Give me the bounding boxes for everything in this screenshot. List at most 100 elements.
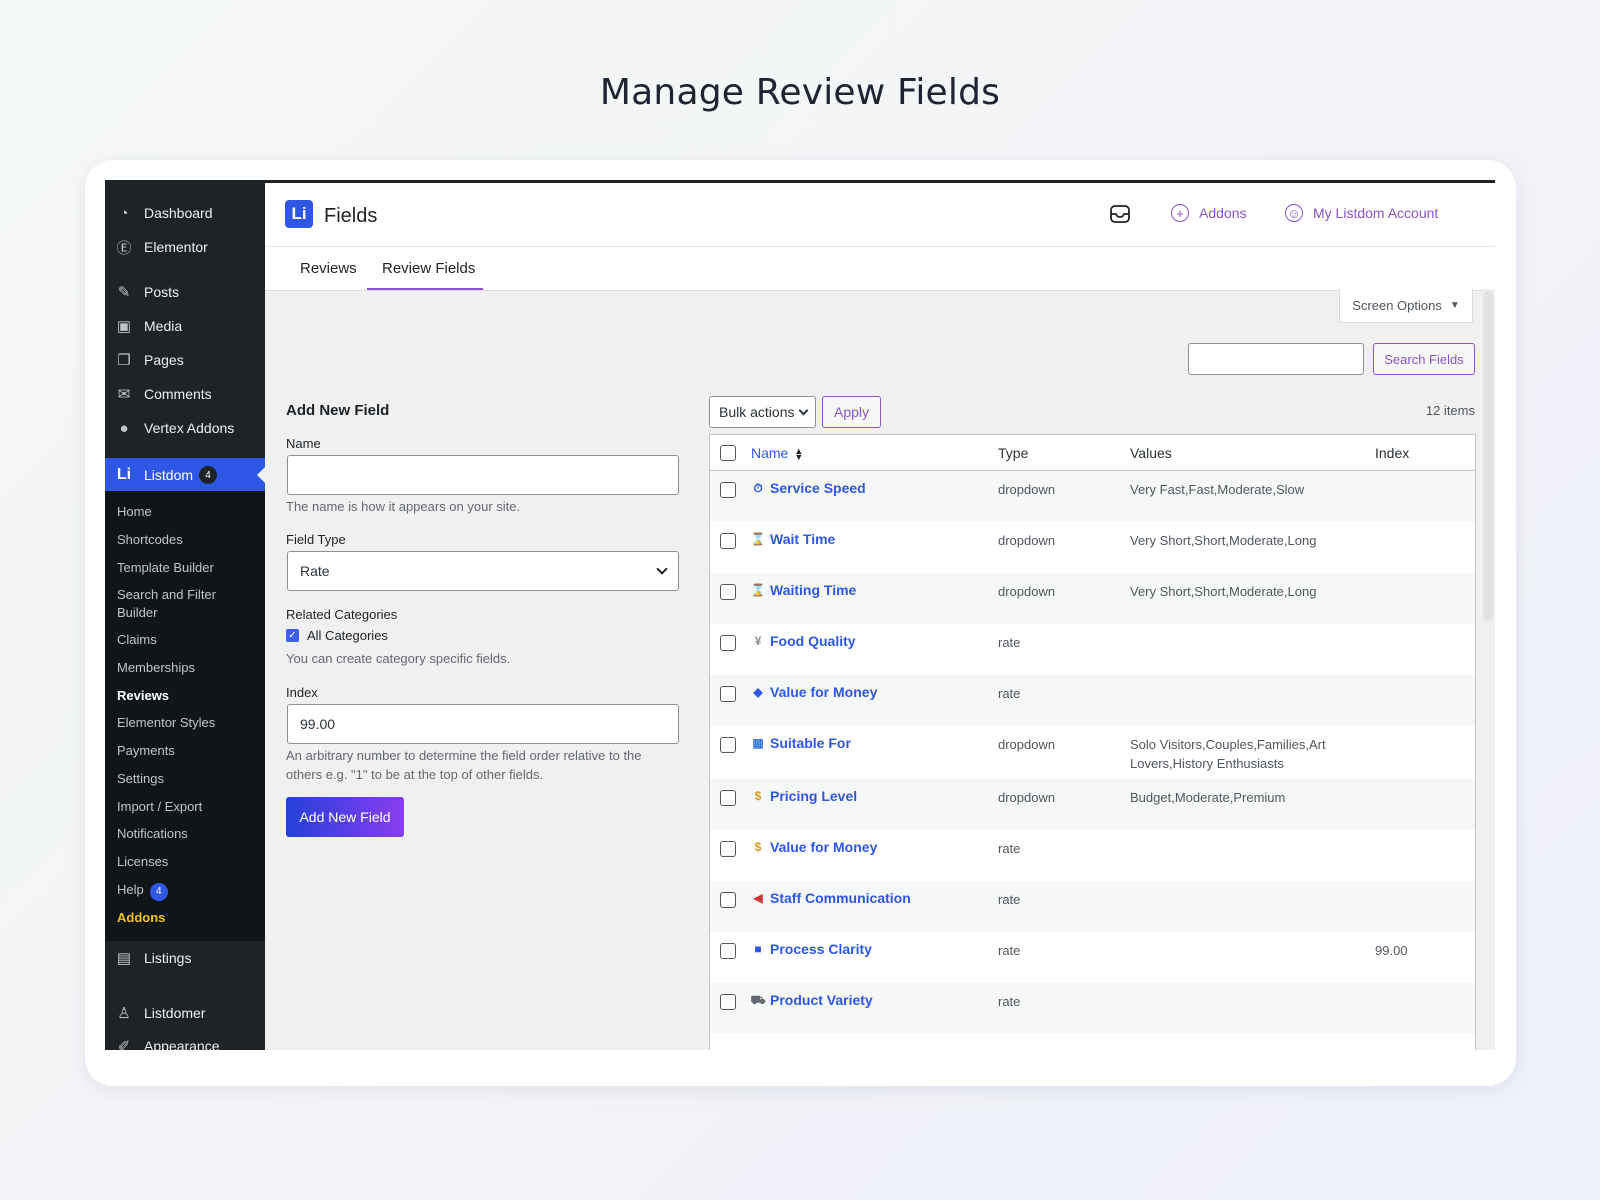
row-checkbox[interactable]: [720, 737, 736, 753]
sidebar-item-listings[interactable]: ▤ Listings: [105, 941, 265, 975]
field-type: rate: [998, 994, 1021, 1009]
folder-icon: ■: [754, 942, 762, 956]
app-title: Fields: [324, 205, 378, 227]
row-checkbox[interactable]: [720, 635, 736, 651]
column-name[interactable]: Name ▲ ▼: [751, 445, 803, 462]
sidebar-item-comments[interactable]: ✉ Comments: [105, 377, 265, 411]
sidebar-item-listdomer[interactable]: ♙ Listdomer: [105, 996, 265, 1030]
sidebar-item-elementor[interactable]: Ⓔ Elementor: [105, 230, 265, 264]
field-type-select[interactable]: Rate: [287, 551, 679, 591]
hourglass-icon: ⌛: [750, 532, 766, 546]
submenu-notifications[interactable]: Notifications: [117, 825, 257, 843]
submenu-claims[interactable]: Claims: [117, 631, 257, 649]
screen-options-label: Screen Options: [1352, 298, 1442, 313]
listdomer-icon: ♙: [117, 1005, 131, 1022]
row-checkbox[interactable]: [720, 533, 736, 549]
submenu-reviews[interactable]: Reviews: [117, 687, 257, 705]
column-index: Index: [1375, 445, 1410, 461]
field-name-link[interactable]: $ Pricing Level: [751, 787, 858, 806]
field-type: dropdown: [998, 790, 1056, 805]
field-name-link[interactable]: ⛟ Product Variety: [750, 991, 872, 1010]
cart-icon: ⛟: [750, 993, 766, 1007]
submenu-home[interactable]: Home: [117, 503, 257, 521]
row-checkbox[interactable]: [720, 686, 736, 702]
sidebar-item-pages[interactable]: ❐ Pages: [105, 343, 265, 377]
submenu-search-filter-builder[interactable]: Search and Filter Builder: [117, 586, 257, 622]
addons-link[interactable]: + Addons: [1171, 204, 1246, 222]
sidebar-item-listdom[interactable]: Li Listdom 4: [105, 458, 265, 492]
apply-button[interactable]: Apply: [822, 396, 881, 428]
submenu-settings[interactable]: Settings: [117, 770, 257, 788]
sidebar-item-vertex-addons[interactable]: ● Vertex Addons: [105, 411, 265, 445]
inbox-icon[interactable]: [1109, 203, 1131, 225]
row-checkbox[interactable]: [720, 482, 736, 498]
row-checkbox[interactable]: [720, 994, 736, 1010]
active-tab-indicator: [367, 288, 483, 290]
field-type: dropdown: [998, 737, 1056, 752]
sidebar-item-dashboard[interactable]: ◔ Dashboard: [105, 196, 265, 230]
field-name: Wait Time: [770, 531, 836, 547]
table-row: ■ Process Clarity rate 99.00: [710, 932, 1475, 983]
bulk-actions-select[interactable]: Bulk actions: [709, 396, 816, 428]
tab-reviews[interactable]: Reviews: [300, 260, 357, 277]
name-label: Name: [286, 436, 321, 451]
sidebar-item-appearance[interactable]: ✐ Appearance: [105, 1029, 265, 1050]
field-name-link[interactable]: ■ Process Clarity: [751, 940, 872, 959]
field-name-link[interactable]: ▦ Suitable For: [751, 734, 851, 753]
submenu-help[interactable]: Help 4: [117, 881, 257, 901]
field-name-link[interactable]: ⏱ Service Speed: [751, 479, 865, 498]
field-name-link[interactable]: ⌛ Waiting Time: [751, 581, 857, 600]
table-row: ¥ Food Quality rate: [710, 624, 1475, 675]
field-name-link[interactable]: ◆ Value for Money: [751, 683, 877, 702]
field-name: Value for Money: [770, 839, 878, 855]
plus-circle-icon: +: [1171, 204, 1189, 222]
caret-down-icon: ▼: [1449, 300, 1460, 311]
submenu-shortcodes[interactable]: Shortcodes: [117, 531, 257, 549]
field-values: Very Short,Short,Moderate,Long: [1130, 533, 1317, 548]
submenu-licenses[interactable]: Licenses: [117, 853, 257, 871]
select-all-checkbox[interactable]: [720, 445, 736, 461]
row-checkbox[interactable]: [720, 584, 736, 600]
field-values: Very Short,Short,Moderate,Long: [1130, 584, 1317, 599]
sidebar-item-media[interactable]: ▣ Media: [105, 309, 265, 343]
scrollbar-thumb[interactable]: [1483, 291, 1493, 621]
account-link[interactable]: ☺ My Listdom Account: [1285, 204, 1438, 222]
field-name-link[interactable]: ⌛ Wait Time: [750, 530, 836, 549]
submenu-help-label: Help: [117, 882, 144, 897]
comment-icon: ✉: [117, 386, 131, 403]
index-help: An arbitrary number to determine the fie…: [286, 748, 642, 782]
submenu-elementor-styles[interactable]: Elementor Styles: [117, 714, 257, 732]
table-row: ◆ Value for Money rate: [710, 675, 1475, 726]
field-name-link[interactable]: ◀ Staff Communication: [751, 889, 910, 908]
elementor-icon: Ⓔ: [116, 239, 132, 257]
name-input[interactable]: [287, 455, 679, 495]
tab-review-fields[interactable]: Review Fields: [382, 260, 475, 277]
row-checkbox[interactable]: [720, 790, 736, 806]
help-count-badge: 4: [149, 883, 168, 901]
row-checkbox[interactable]: [720, 892, 736, 908]
table-row: ⏱ Service Speed dropdown Very Fast,Fast,Mod…: [710, 471, 1475, 522]
submenu-import-export[interactable]: Import / Export: [117, 798, 257, 816]
field-name-link[interactable]: $ Value for Money: [751, 838, 878, 857]
search-fields-button[interactable]: Search Fields: [1373, 343, 1475, 375]
screen-options-button[interactable]: Screen Options ▼: [1339, 289, 1473, 323]
row-checkbox[interactable]: [720, 841, 736, 857]
submenu-payments[interactable]: Payments: [117, 742, 257, 760]
submenu-template-builder[interactable]: Template Builder: [117, 559, 257, 577]
add-new-field-button[interactable]: Add New Field: [286, 797, 404, 837]
row-checkbox[interactable]: [720, 943, 736, 959]
field-name-link[interactable]: ¥ Food Quality: [751, 632, 856, 651]
search-fields-input[interactable]: [1188, 343, 1364, 375]
submenu-memberships[interactable]: Memberships: [117, 659, 257, 677]
sidebar-item-label: Listings: [144, 950, 192, 966]
media-icon: ▣: [116, 318, 132, 335]
sidebar-item-posts[interactable]: ✎ Posts: [105, 275, 265, 309]
all-categories-checkbox[interactable]: ✓: [286, 629, 299, 642]
submenu-addons[interactable]: Addons: [117, 909, 257, 927]
sidebar-item-label: Posts: [144, 284, 180, 300]
pages-icon: ❐: [117, 352, 131, 369]
vertex-icon: ●: [119, 419, 129, 437]
index-input[interactable]: 99.00: [287, 704, 679, 744]
listdom-icon: Li: [116, 466, 132, 483]
money-bag-icon: $: [754, 840, 762, 854]
